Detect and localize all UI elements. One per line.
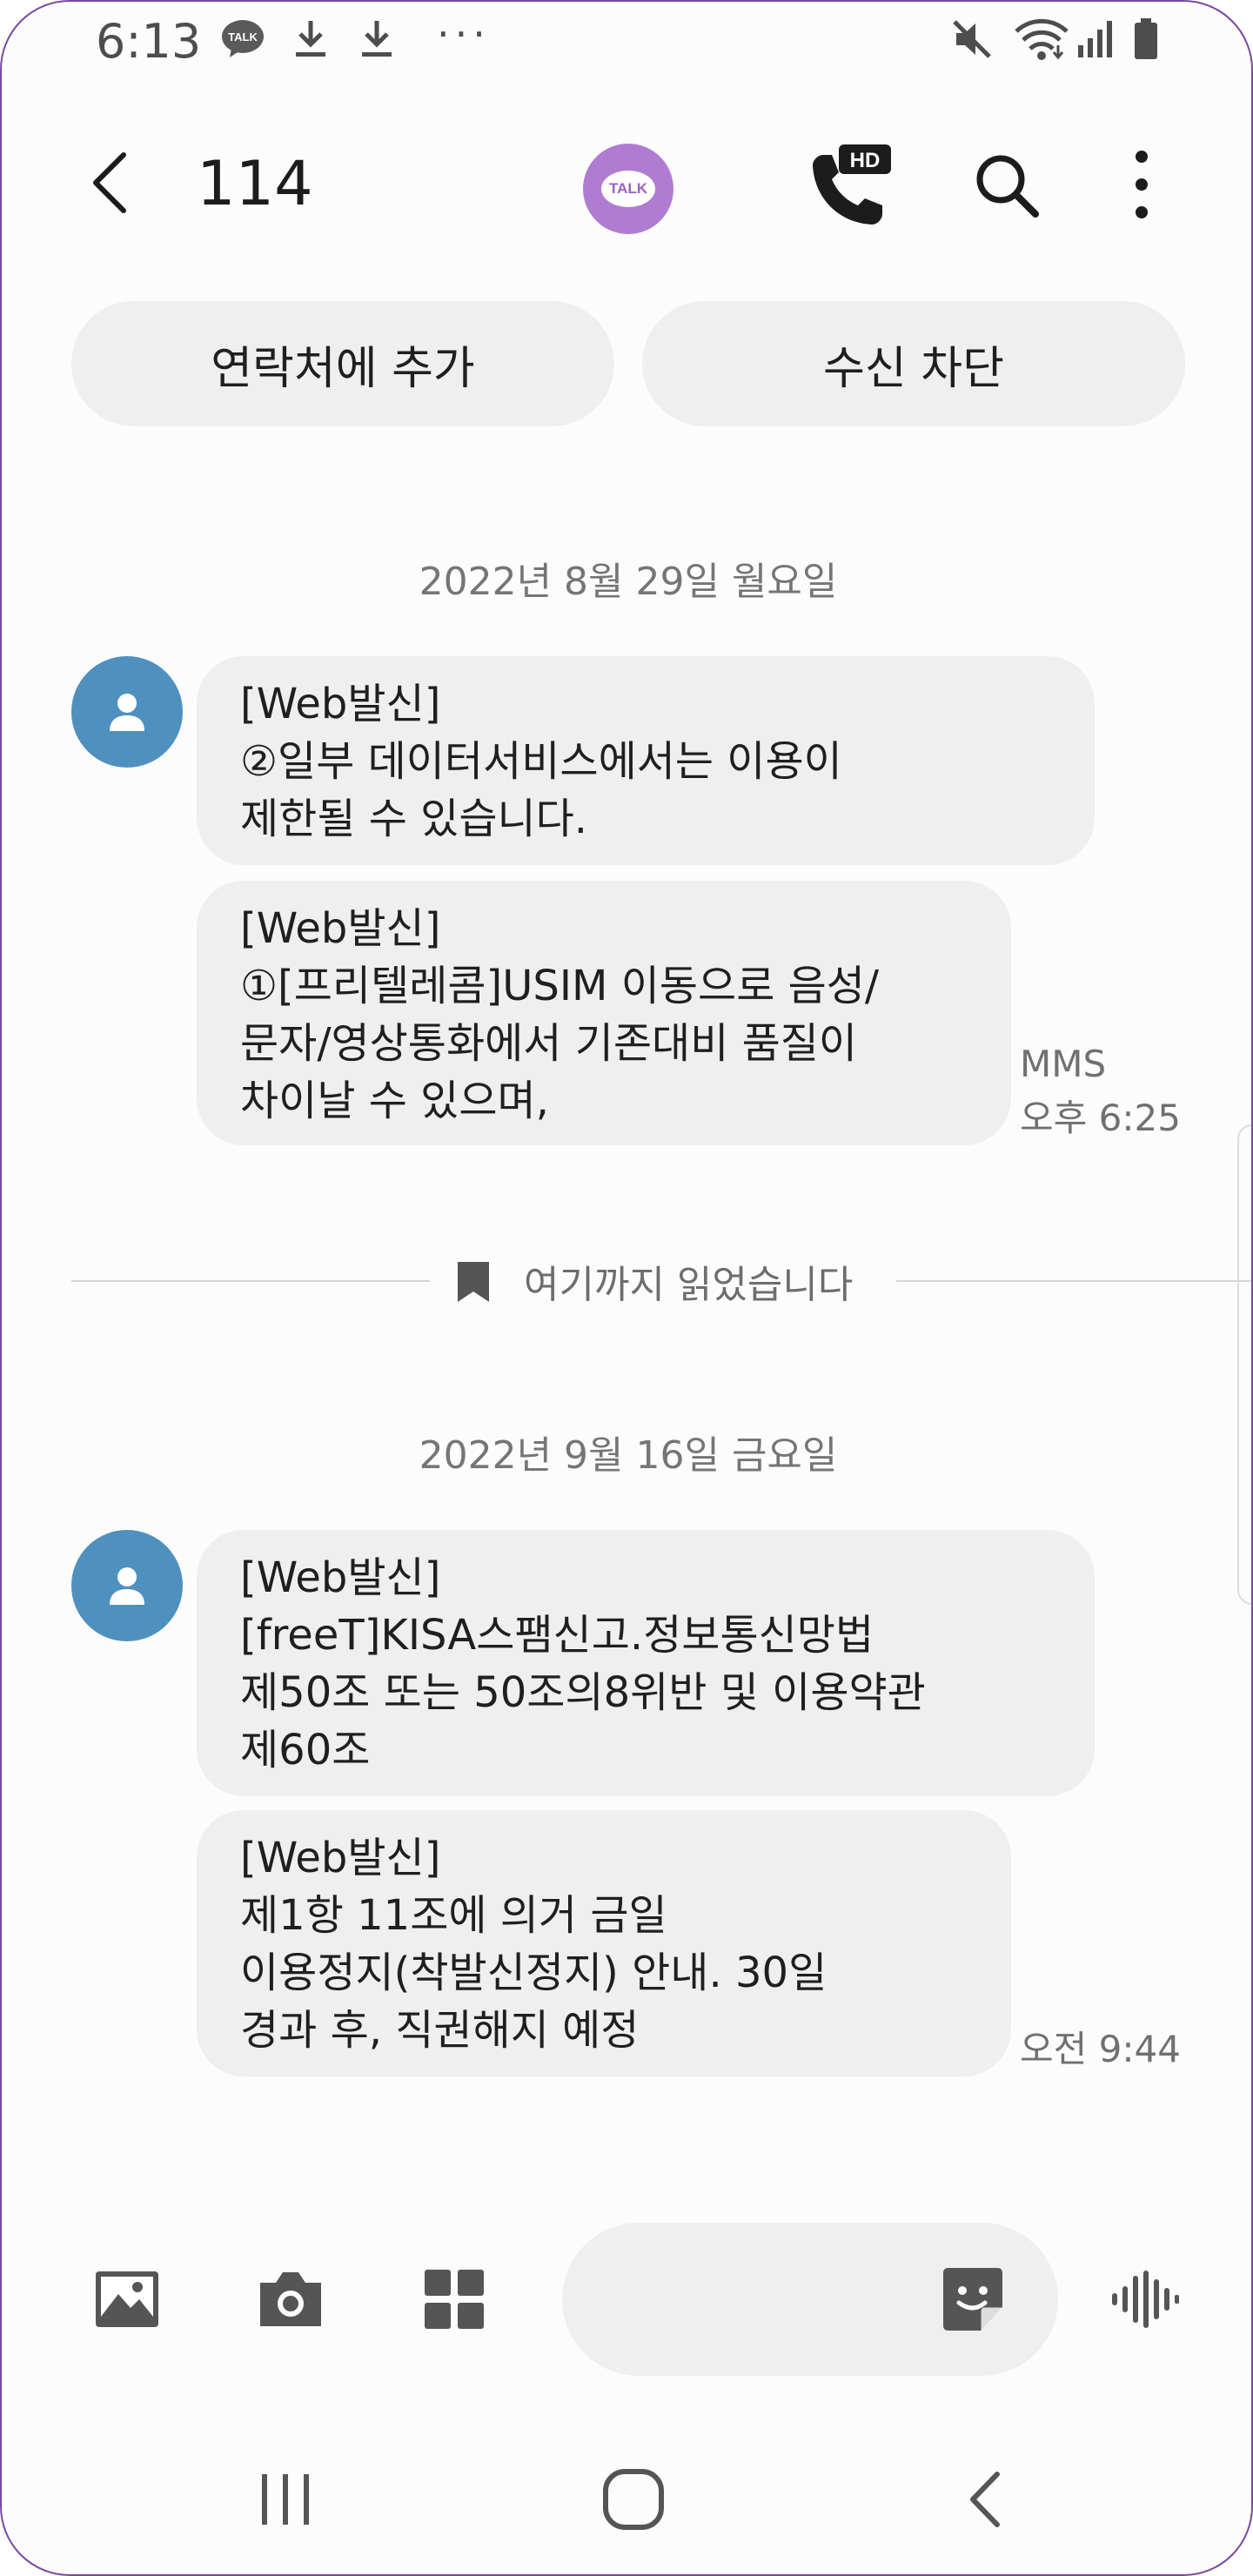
kakaotalk-icon[interactable]: TALK <box>583 144 673 234</box>
date-separator: 2022년 9월 16일 금요일 <box>419 1433 838 1478</box>
wifi-icon <box>1011 17 1072 61</box>
message-bubble[interactable]: [Web발신] 제1항 11조에 의거 금일 이용정지(착발신정지) 안내. 3… <box>197 1810 1011 2076</box>
back-icon[interactable] <box>933 2456 1037 2543</box>
message-input-container[interactable] <box>562 2223 1058 2376</box>
message-line: [Web발신] <box>240 1834 441 1882</box>
apps-grid-icon[interactable] <box>419 2264 489 2334</box>
divider <box>71 1280 430 1282</box>
message-line: 제60조 <box>240 1726 371 1774</box>
message-bubble[interactable]: [Web발신] ①[프리텔레콤]USIM 이동으로 음성/ 문자/영상통화에서 … <box>197 881 1011 1145</box>
download-icon <box>355 17 399 61</box>
bookmark-icon <box>456 1260 496 1304</box>
battery-icon <box>1124 17 1168 61</box>
message-bubble[interactable]: [Web발신] [freeT]KISA스팸신고.정보통신망법 제50조 또는 5… <box>197 1530 1095 1796</box>
message-type: MMS <box>1020 1043 1107 1085</box>
add-contact-button[interactable]: 연락처에 추가 <box>71 301 614 426</box>
message-line: [Web발신] <box>240 904 441 953</box>
message-input[interactable] <box>597 2257 931 2343</box>
message-line: 제1항 11조에 의거 금일 <box>240 1891 667 1940</box>
home-icon[interactable] <box>581 2456 686 2543</box>
message-time: 오후 6:25 <box>1020 1097 1181 1139</box>
message-line: ②일부 데이터서비스에서는 이용이 <box>240 737 842 786</box>
search-icon[interactable] <box>971 150 1041 219</box>
block-button[interactable]: 수신 차단 <box>642 301 1185 426</box>
read-marker-label: 여기까지 읽었습니다 <box>524 1263 854 1307</box>
message-line: ①[프리텔레콤]USIM 이동으로 음성/ <box>240 962 880 1010</box>
talk-notification-icon: TALK <box>221 17 265 61</box>
sticker-icon[interactable] <box>938 2264 1008 2334</box>
message-line: [freeT]KISA스팸신고.정보통신망법 <box>240 1611 874 1660</box>
svg-text:HD: HD <box>850 149 881 172</box>
message-line: [Web발신] <box>240 680 441 728</box>
message-line: 제50조 또는 50조의8위반 및 이용약관 <box>240 1668 926 1717</box>
avatar[interactable] <box>71 656 183 768</box>
recent-apps-icon[interactable] <box>233 2456 338 2543</box>
camera-icon[interactable] <box>256 2264 325 2334</box>
message-line: 문자/영상통화에서 기존대비 품질이 <box>240 1019 858 1068</box>
message-time: 오전 9:44 <box>1020 2028 1181 2070</box>
download-icon <box>289 17 332 61</box>
phone-frame: 6:13 TALK ··· 114 TALK HD 연락처에 추가 수신 차단 … <box>0 0 1253 2576</box>
more-vert-icon[interactable] <box>1124 148 1159 221</box>
conversation-title: 114 <box>197 148 313 219</box>
message-bubble[interactable]: [Web발신] ②일부 데이터서비스에서는 이용이 제한될 수 있습니다. <box>197 656 1095 865</box>
message-line: 제한될 수 있습니다. <box>240 795 588 843</box>
voice-record-icon[interactable] <box>1110 2264 1180 2334</box>
svg-text:TALK: TALK <box>228 30 258 44</box>
status-time: 6:13 <box>96 14 202 69</box>
read-marker: 여기까지 읽었습니다 <box>71 1255 1251 1307</box>
status-overflow: ··· <box>437 10 491 57</box>
mute-icon <box>950 17 994 61</box>
gallery-icon[interactable] <box>92 2264 162 2334</box>
scrollbar[interactable] <box>1237 1124 1251 1605</box>
back-arrow-icon[interactable] <box>82 148 143 218</box>
date-separator: 2022년 8월 29일 월요일 <box>419 560 838 604</box>
signal-icon <box>1074 17 1117 61</box>
avatar[interactable] <box>71 1530 183 1641</box>
message-line: 이용정지(착발신정지) 안내. 30일 <box>240 1949 828 1997</box>
message-line: 차이날 수 있으며, <box>240 1077 549 1125</box>
hd-call-icon[interactable]: HD <box>801 143 896 230</box>
divider <box>896 1280 1251 1282</box>
talk-label: TALK <box>601 171 655 207</box>
message-line: [Web발신] <box>240 1553 441 1602</box>
message-line: 경과 후, 직권해지 예정 <box>240 2006 640 2055</box>
